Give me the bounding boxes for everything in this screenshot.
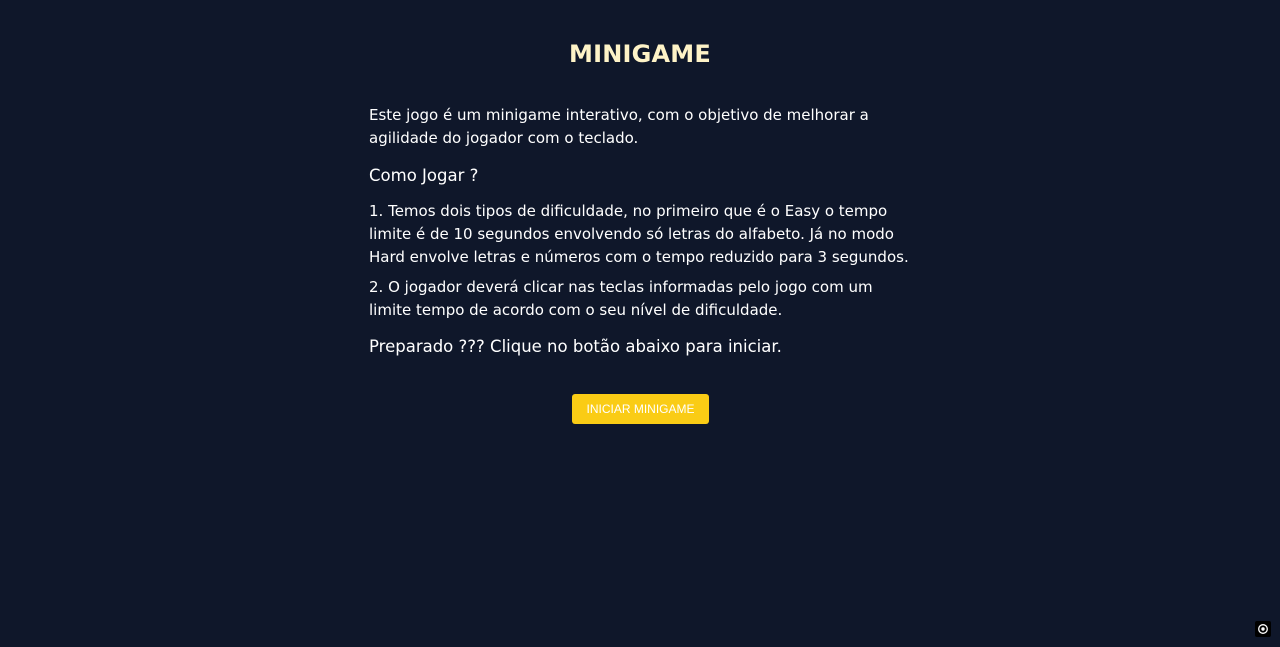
intro-text: Este jogo é um minigame interativo, com … — [369, 106, 869, 147]
page-title: MINIGAME — [569, 40, 711, 68]
rule-item: 1. Temos dois tipos de dificuldade, no p… — [369, 202, 909, 266]
instructions-section: Este jogo é um minigame interativo, com … — [369, 104, 915, 359]
target-icon — [1258, 624, 1268, 634]
how-to-play-heading: Como Jogar ? — [369, 166, 479, 185]
start-minigame-button[interactable]: INICIAR MINIGAME — [572, 394, 709, 424]
corner-badge[interactable] — [1255, 621, 1271, 637]
rule-item: 2. O jogador deverá clicar nas teclas in… — [369, 278, 873, 319]
ready-text: Preparado ??? Clique no botão abaixo par… — [369, 337, 782, 356]
